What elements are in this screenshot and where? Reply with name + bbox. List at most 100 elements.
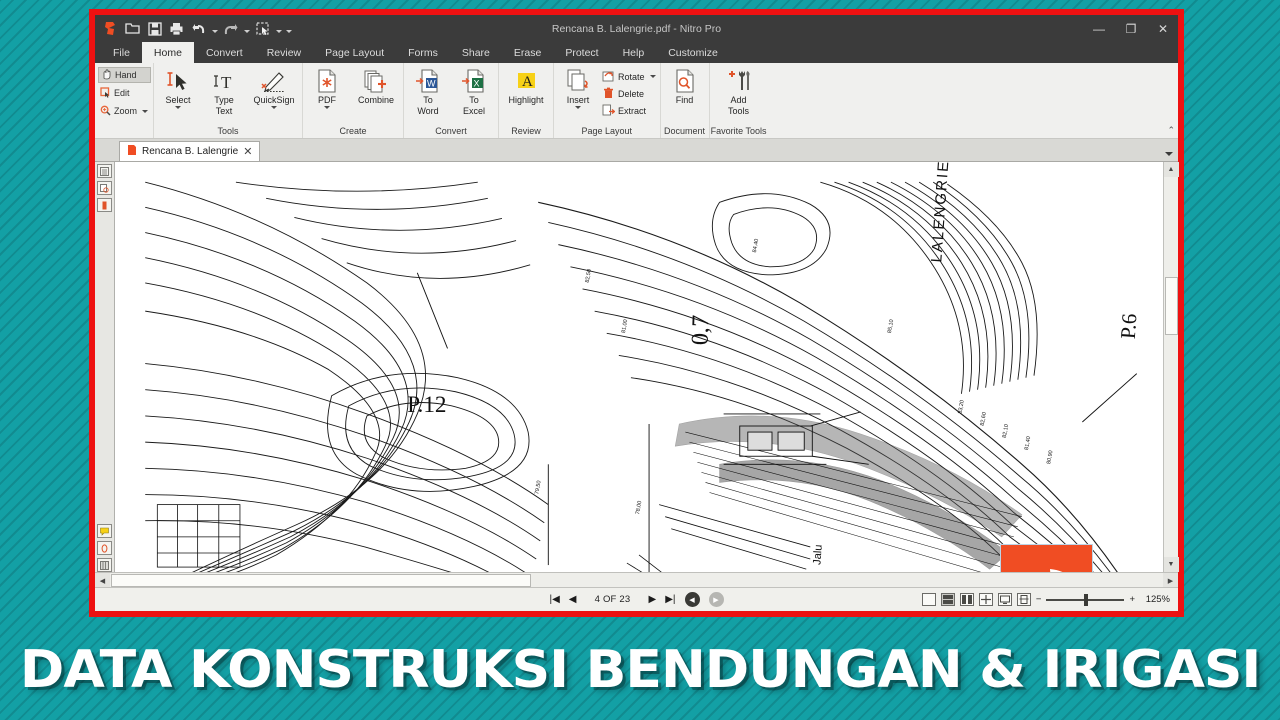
rotate-button[interactable]: Rotate bbox=[601, 69, 659, 84]
pdf-page-view[interactable]: P.12 0,7 LALENGRIE P.6 Jalu 82,50 81,00 … bbox=[115, 162, 1163, 572]
tab-convert[interactable]: Convert bbox=[194, 42, 255, 63]
first-page-button[interactable]: |◀ bbox=[550, 594, 560, 605]
ribbon-tab-strip: File Home Convert Review Page Layout For… bbox=[95, 42, 1178, 63]
rotate-icon bbox=[602, 70, 615, 84]
thumbnails-panel-icon[interactable] bbox=[97, 181, 112, 195]
hand-tool-button[interactable]: Hand bbox=[98, 67, 151, 83]
combine-label: Combine bbox=[357, 95, 395, 105]
map-label-jalu: Jalu bbox=[811, 544, 824, 565]
tab-review[interactable]: Review bbox=[255, 42, 313, 63]
highlight-button[interactable]: A Highlight bbox=[500, 66, 552, 105]
tab-erase[interactable]: Erase bbox=[502, 42, 553, 63]
insert-pages-caret[interactable] bbox=[575, 106, 581, 109]
redo-icon[interactable] bbox=[220, 18, 241, 39]
tab-home[interactable]: Home bbox=[141, 42, 194, 63]
edit-tool-button[interactable]: Edit bbox=[98, 85, 151, 101]
single-page-view-button[interactable] bbox=[921, 593, 936, 606]
rotate-caret[interactable] bbox=[649, 75, 656, 78]
previous-view-button[interactable]: ◀ bbox=[684, 592, 700, 607]
next-view-button[interactable]: ▶ bbox=[708, 592, 724, 607]
select-tool-icon[interactable] bbox=[252, 18, 273, 39]
zoom-out-button[interactable]: − bbox=[1036, 594, 1042, 605]
map-label-p12: P.12 bbox=[407, 392, 446, 418]
continuous-view-button[interactable] bbox=[940, 593, 955, 606]
zoom-level-label[interactable]: 125% bbox=[1140, 594, 1170, 605]
add-tools-icon bbox=[725, 68, 753, 94]
vertical-scrollbar[interactable]: ▲ ▼ bbox=[1163, 162, 1179, 572]
type-text-label-line1: Type bbox=[214, 95, 234, 105]
tab-help[interactable]: Help bbox=[611, 42, 657, 63]
fit-page-view-button[interactable] bbox=[1016, 593, 1031, 606]
tab-file[interactable]: File bbox=[101, 42, 142, 63]
quicksign-caret[interactable] bbox=[271, 106, 277, 109]
document-tab-close-icon[interactable]: ✕ bbox=[243, 145, 252, 158]
tab-customize[interactable]: Customize bbox=[656, 42, 730, 63]
zoom-dropdown-caret[interactable] bbox=[142, 109, 149, 113]
create-pdf-button[interactable]: PDF bbox=[304, 66, 350, 109]
create-pdf-caret[interactable] bbox=[324, 106, 330, 109]
ribbon-group-tools: Select T Type Text QuickSign Tools bbox=[153, 63, 302, 138]
extract-pages-button[interactable]: Extract bbox=[601, 103, 659, 118]
type-text-button[interactable]: T Type Text bbox=[201, 66, 247, 116]
stamps-panel-icon[interactable] bbox=[97, 541, 112, 555]
document-tab[interactable]: Rencana B. Lalengrie ✕ bbox=[119, 141, 261, 161]
undo-dropdown-caret[interactable] bbox=[210, 18, 219, 39]
layers-panel-icon[interactable] bbox=[97, 558, 112, 572]
zoom-track[interactable] bbox=[1046, 593, 1125, 606]
combine-button[interactable]: Combine bbox=[350, 66, 402, 105]
restore-button[interactable]: ❐ bbox=[1122, 23, 1140, 35]
scroll-down-arrow[interactable]: ▼ bbox=[1163, 557, 1179, 572]
trash-icon bbox=[602, 87, 615, 101]
bookmarks-panel-icon[interactable] bbox=[97, 164, 112, 178]
comments-panel-icon[interactable] bbox=[97, 524, 112, 538]
horizontal-scroll-thumb[interactable] bbox=[111, 574, 531, 587]
select-button[interactable]: Select bbox=[155, 66, 201, 109]
open-icon[interactable] bbox=[122, 18, 143, 39]
window-controls: — ❐ ✕ bbox=[1090, 23, 1178, 35]
scroll-right-arrow[interactable]: ▶ bbox=[1163, 573, 1178, 588]
horizontal-scrollbar[interactable]: ◀ ▶ bbox=[95, 572, 1178, 588]
quicksign-button[interactable]: QuickSign bbox=[247, 66, 301, 109]
select-dropdown-caret[interactable] bbox=[274, 18, 283, 39]
zoom-in-button[interactable]: + bbox=[1129, 594, 1135, 605]
grid-view-button[interactable] bbox=[978, 593, 993, 606]
redo-dropdown-caret[interactable] bbox=[242, 18, 251, 39]
close-button[interactable]: ✕ bbox=[1154, 23, 1172, 35]
tab-protect[interactable]: Protect bbox=[553, 42, 610, 63]
insert-pages-button[interactable]: Insert bbox=[555, 66, 601, 109]
page-indicator[interactable]: 4 OF 23 bbox=[586, 594, 640, 605]
scroll-left-arrow[interactable]: ◀ bbox=[95, 573, 110, 588]
fit-width-view-button[interactable] bbox=[997, 593, 1012, 606]
zoom-tool-label: Zoom bbox=[114, 106, 138, 116]
scroll-up-arrow[interactable]: ▲ bbox=[1163, 162, 1179, 177]
signatures-panel-icon[interactable] bbox=[97, 198, 112, 212]
previous-page-button[interactable]: ◀ bbox=[569, 594, 577, 605]
print-icon[interactable] bbox=[166, 18, 187, 39]
undo-icon[interactable] bbox=[188, 18, 209, 39]
to-excel-button[interactable]: X To Excel bbox=[451, 66, 497, 116]
quick-access-more-caret[interactable] bbox=[284, 18, 293, 39]
svg-text:A: A bbox=[522, 74, 533, 90]
delete-pages-button[interactable]: Delete bbox=[601, 86, 659, 101]
save-icon[interactable] bbox=[144, 18, 165, 39]
tab-page-layout[interactable]: Page Layout bbox=[313, 42, 396, 63]
add-tools-button[interactable]: Add Tools bbox=[711, 66, 767, 116]
select-button-label: Select bbox=[165, 95, 191, 105]
minimize-button[interactable]: — bbox=[1090, 23, 1108, 35]
two-page-view-button[interactable] bbox=[959, 593, 974, 606]
last-page-button[interactable]: ▶| bbox=[665, 594, 675, 605]
zoom-tool-button[interactable]: Zoom bbox=[98, 103, 151, 119]
to-word-label-line2: Word bbox=[417, 106, 439, 116]
next-page-button[interactable]: ▶ bbox=[649, 594, 657, 605]
vertical-scroll-thumb[interactable] bbox=[1164, 277, 1178, 335]
ribbon-collapse-caret[interactable]: ⌃ bbox=[1167, 125, 1175, 136]
to-word-button[interactable]: W To Word bbox=[405, 66, 451, 116]
document-tabs-overflow-caret[interactable] bbox=[1165, 152, 1173, 156]
zoom-slider[interactable]: − + bbox=[1036, 593, 1135, 606]
tab-share[interactable]: Share bbox=[450, 42, 502, 63]
zoom-knob[interactable] bbox=[1084, 593, 1089, 606]
select-button-caret[interactable] bbox=[175, 106, 181, 109]
find-button[interactable]: Find bbox=[662, 66, 708, 105]
nitro-pro-shortcut-icon[interactable]: Nitro Pro bbox=[1000, 544, 1093, 572]
tab-forms[interactable]: Forms bbox=[396, 42, 450, 63]
